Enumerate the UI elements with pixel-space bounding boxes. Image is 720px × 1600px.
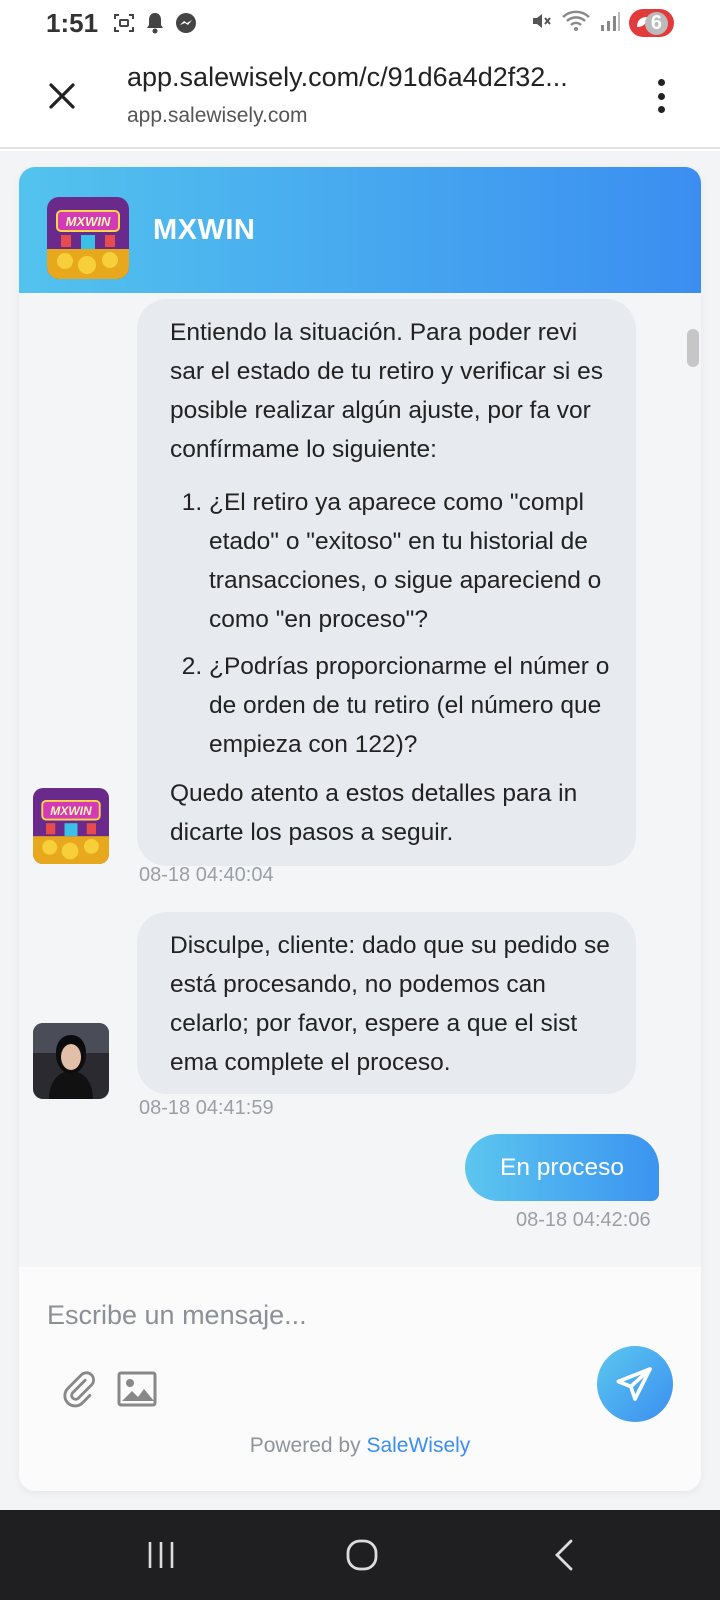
message-timestamp: 08-18 04:41:59 (139, 1097, 274, 1119)
page-url[interactable]: app.salewisely.com/c/91d6a4d2f32... (127, 62, 597, 93)
back-icon (555, 1539, 573, 1571)
home-icon (346, 1539, 378, 1571)
salewisely-link[interactable]: SaleWisely (366, 1434, 470, 1457)
messenger-icon (174, 11, 198, 35)
message-text: Entiendo la situación. Para poder revi s… (170, 319, 604, 463)
message-list-items: ¿El retiro ya aparece como "compl etado"… (170, 483, 616, 764)
message-text: En proceso (500, 1153, 624, 1181)
message-text: Disculpe, cliente: dado que su pedido se… (170, 932, 610, 1076)
send-button[interactable] (597, 1346, 673, 1422)
battery-indicator: 6 (628, 9, 674, 37)
message-timestamp: 08-18 04:42:06 (516, 1209, 651, 1231)
bot-avatar: MXWIN (33, 788, 109, 864)
battery-level: 6 (644, 11, 668, 35)
scrollbar-thumb[interactable] (687, 329, 699, 367)
powered-by-prefix: Powered by (249, 1434, 361, 1457)
system-icons: 6 (529, 9, 674, 38)
brand-name: MXWIN (153, 214, 256, 246)
incoming-message-bubble: Entiendo la situación. Para poder revi s… (137, 299, 636, 866)
home-button[interactable] (332, 1530, 392, 1580)
agent-avatar (33, 1023, 109, 1099)
status-bar: 1:51 6 (0, 0, 720, 46)
wifi-icon (561, 9, 591, 38)
powered-by: Powered by SaleWisely (19, 1434, 701, 1458)
back-button[interactable] (534, 1530, 594, 1580)
list-item: ¿Podrías proporcionarme el númer o de or… (209, 647, 616, 764)
screenshot-icon (112, 11, 136, 35)
close-icon (49, 83, 75, 109)
message-composer: Powered by SaleWisely (19, 1267, 701, 1491)
svg-text:MXWIN: MXWIN (66, 214, 111, 229)
mute-icon (529, 9, 553, 38)
outgoing-message-bubble: En proceso (465, 1134, 659, 1201)
message-text: Quedo atento a estos detalles para in di… (170, 780, 578, 846)
message-timestamp: 08-18 04:40:04 (139, 864, 274, 886)
custom-tab-toolbar: app.salewisely.com/c/91d6a4d2f32... app.… (0, 46, 720, 149)
notification-icons (112, 11, 198, 35)
image-icon (117, 1371, 157, 1407)
paperclip-icon (63, 1371, 95, 1408)
list-item: ¿El retiro ya aparece como "compl etado"… (209, 483, 616, 639)
message-input[interactable] (47, 1289, 647, 1341)
recent-apps-button[interactable] (131, 1530, 191, 1580)
bell-icon (144, 11, 166, 35)
page-domain: app.salewisely.com (127, 104, 308, 127)
attach-file-button[interactable] (59, 1370, 97, 1408)
send-icon (616, 1367, 652, 1401)
signal-icon (599, 9, 621, 38)
send-image-button[interactable] (116, 1369, 158, 1409)
brand-logo: MXWIN (47, 197, 129, 279)
system-navigation-bar (0, 1510, 720, 1600)
incoming-message-bubble: Disculpe, cliente: dado que su pedido se… (137, 912, 636, 1094)
chat-header: MXWIN MXWIN (19, 167, 701, 293)
close-tab-button[interactable] (40, 74, 84, 118)
status-time: 1:51 (46, 7, 99, 38)
more-vert-icon (657, 79, 665, 86)
overflow-menu-button[interactable] (646, 76, 676, 116)
recents-icon (148, 1542, 174, 1568)
svg-text:MXWIN: MXWIN (50, 804, 92, 818)
chat-widget: MXWIN MXWIN Entiendo la situación. Para … (19, 167, 701, 1491)
